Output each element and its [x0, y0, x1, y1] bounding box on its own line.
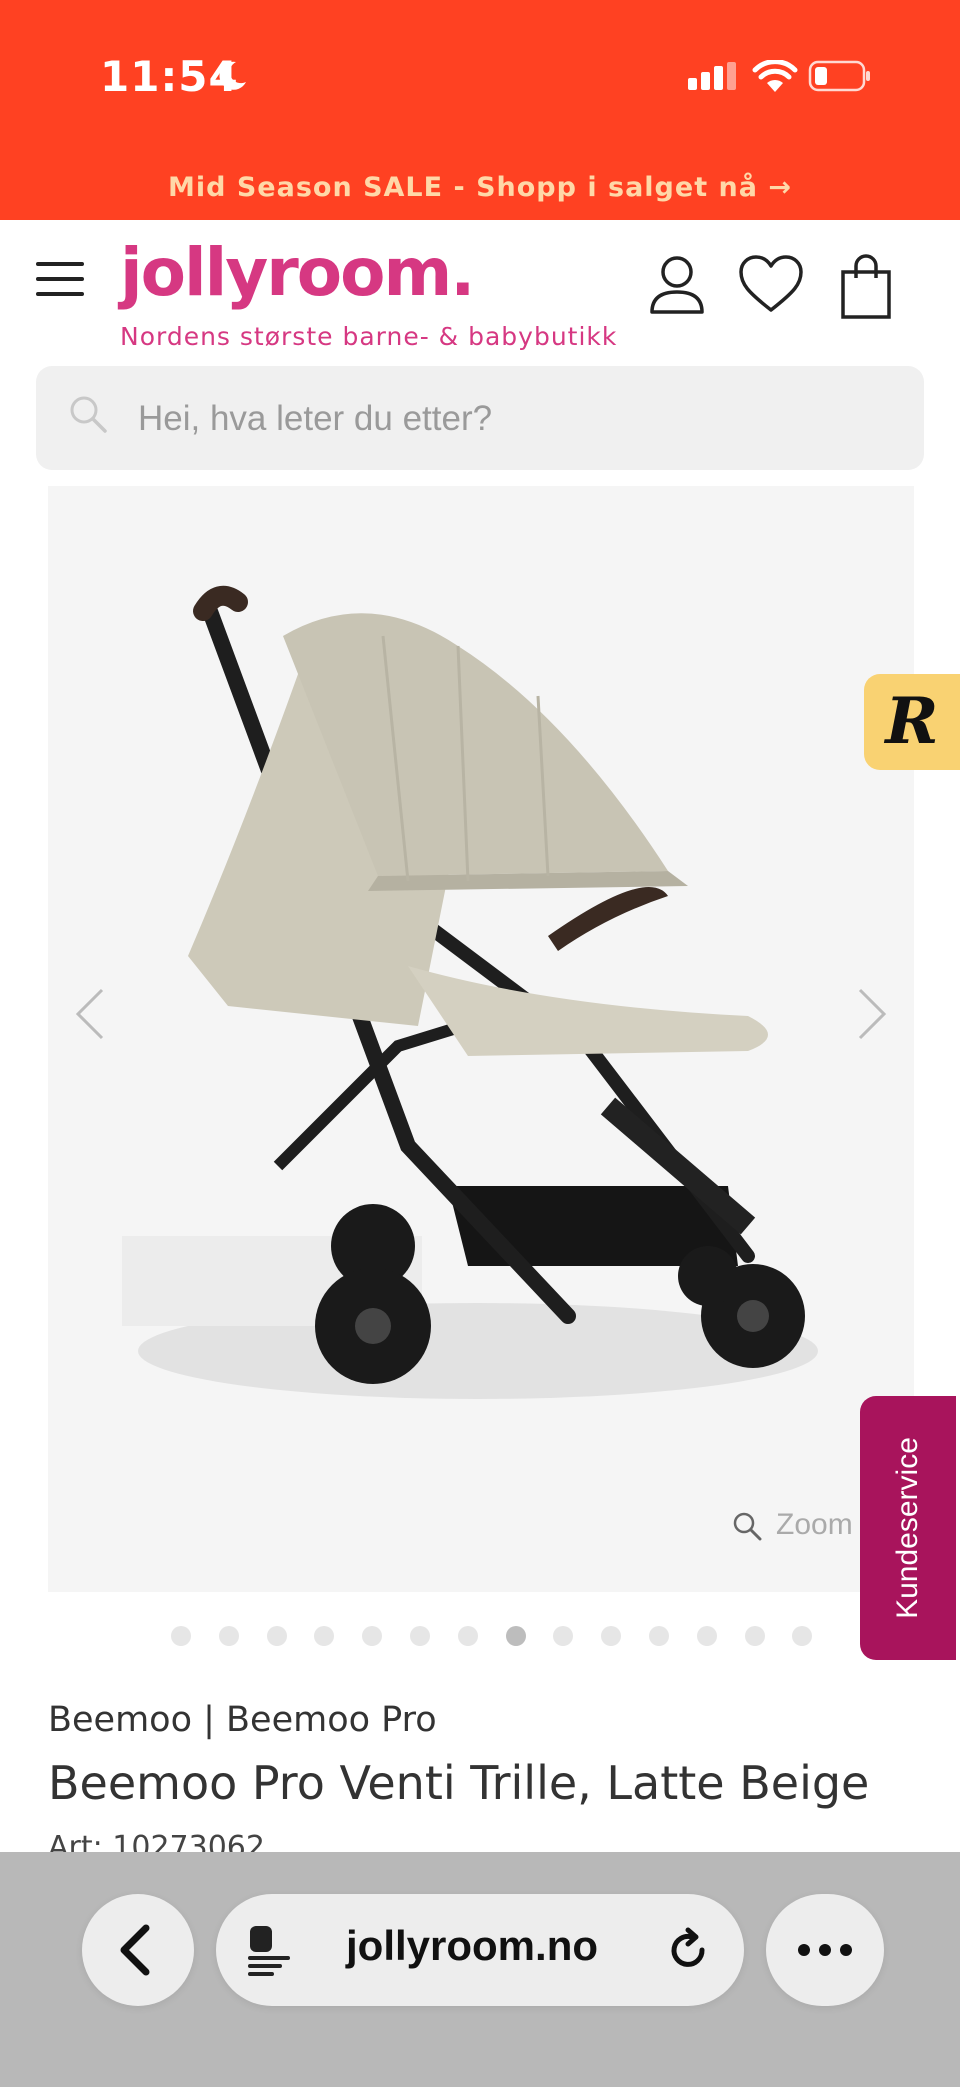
menu-icon[interactable] — [36, 262, 84, 298]
battery-icon — [808, 60, 870, 92]
moon-icon — [219, 61, 246, 90]
carousel-dot[interactable] — [457, 1626, 478, 1646]
search-input[interactable] — [136, 392, 900, 446]
search-bar[interactable] — [36, 366, 924, 470]
rewards-badge[interactable]: R — [864, 674, 960, 770]
promo-banner[interactable]: Mid Season SALE - Shopp i salget nå → — [0, 160, 960, 220]
product-brand[interactable]: Beemoo | Beemoo Pro — [48, 1700, 437, 1740]
customer-service-label: Kundeservice — [891, 1437, 924, 1619]
zoom-label: Zoom — [776, 1508, 853, 1541]
carousel-dot[interactable] — [362, 1626, 383, 1646]
ellipsis-icon — [798, 1944, 852, 1956]
carousel-dot[interactable] — [649, 1626, 669, 1646]
account-icon[interactable] — [648, 254, 706, 316]
product-gallery[interactable]: Zoom — [48, 486, 914, 1592]
address-url[interactable]: jollyroom.no — [346, 1922, 598, 1970]
back-button[interactable] — [82, 1894, 194, 2006]
chevron-left-icon[interactable] — [70, 984, 110, 1044]
stroller-image — [122, 585, 818, 1399]
zoom-button[interactable]: Zoom — [732, 1508, 853, 1542]
magnifier-icon — [733, 1512, 762, 1541]
carousel-dot[interactable] — [218, 1626, 239, 1646]
carousel-dot[interactable] — [553, 1626, 574, 1646]
carousel-dot[interactable] — [792, 1626, 813, 1646]
customer-service-tab[interactable]: Kundeservice — [860, 1396, 956, 1660]
carousel-dot[interactable] — [744, 1626, 765, 1646]
more-button[interactable] — [766, 1894, 884, 2006]
carousel-dot[interactable] — [266, 1626, 287, 1646]
chevron-right-icon[interactable] — [852, 984, 892, 1044]
shopping-bag-icon[interactable] — [840, 254, 892, 320]
status-bar: 11:54 — [0, 0, 960, 160]
site-logo[interactable]: jollyroom. — [120, 234, 475, 311]
chevron-left-icon — [120, 1924, 150, 1976]
carousel-dot[interactable] — [505, 1626, 526, 1646]
site-tagline: Nordens største barne- & babybutikk — [120, 322, 618, 351]
wifi-icon — [752, 60, 798, 92]
carousel-dot[interactable] — [410, 1626, 430, 1646]
carousel-dot[interactable] — [171, 1626, 191, 1646]
carousel-dot[interactable] — [601, 1626, 622, 1646]
reload-icon[interactable] — [664, 1926, 712, 1974]
search-icon — [70, 396, 107, 433]
reader-icon — [248, 1926, 290, 1976]
carousel-dot[interactable] — [696, 1626, 717, 1646]
heart-icon[interactable] — [738, 254, 804, 314]
product-title: Beemoo Pro Venti Trille, Latte Beige — [48, 1756, 870, 1810]
carousel-dot[interactable] — [314, 1626, 335, 1646]
carousel-dots — [0, 1626, 960, 1650]
